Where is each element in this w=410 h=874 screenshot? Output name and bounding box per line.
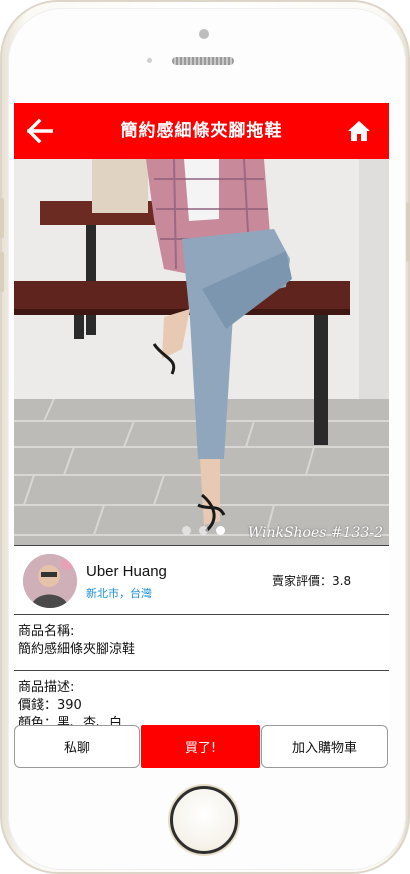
phone-home-button[interactable] <box>170 786 238 854</box>
chat-button[interactable]: 私聊 <box>14 725 140 768</box>
home-icon <box>348 121 370 141</box>
avatar[interactable] <box>23 554 77 608</box>
product-image[interactable]: WinkShoes #133-2 <box>14 159 389 545</box>
seller-rating: 賣家評價：3.8 <box>272 574 352 588</box>
app-header: 簡約感細條夾腳拖鞋 <box>14 103 389 159</box>
image-watermark: WinkShoes #133-2 <box>247 525 383 541</box>
seller-name[interactable]: Uber Huang <box>86 563 167 580</box>
carousel-dot[interactable] <box>199 526 208 535</box>
power-button <box>406 202 410 262</box>
page-title: 簡約感細條夾腳拖鞋 <box>120 121 283 141</box>
carousel-dot[interactable] <box>182 526 191 535</box>
volume-up-button <box>0 198 4 238</box>
product-name-section: 商品名稱: 簡約感細條夾腳涼鞋 <box>14 615 389 671</box>
carousel-dot-active[interactable] <box>216 526 225 535</box>
seller-row[interactable]: Uber Huang 新北市，台灣 賣家評價：3.8 <box>14 545 389 615</box>
product-name-value: 簡約感細條夾腳涼鞋 <box>18 642 136 657</box>
proximity-sensor <box>147 58 152 63</box>
back-button[interactable] <box>24 115 56 147</box>
front-camera <box>199 29 209 39</box>
seller-location: 新北市，台灣 <box>86 587 152 600</box>
add-to-cart-button[interactable]: 加入購物車 <box>261 725 388 768</box>
product-photo-illustration <box>14 159 389 545</box>
arrow-left-icon <box>27 119 53 143</box>
carousel-indicator[interactable] <box>182 526 225 535</box>
seller-avatar-image <box>23 554 77 608</box>
product-name-label: 商品名稱: <box>18 624 75 639</box>
app-screen: 簡約感細條夾腳拖鞋 WinkShoes #133-2 Uber Huang 新北… <box>14 103 389 768</box>
earpiece-speaker <box>172 57 234 65</box>
buy-button[interactable]: 買了! <box>141 725 260 768</box>
home-nav-button[interactable] <box>345 117 373 145</box>
product-desc-line: 價錢：390 <box>18 698 82 713</box>
product-desc-label: 商品描述: <box>18 680 75 695</box>
action-bar: 私聊 買了! 加入購物車 <box>14 725 389 768</box>
volume-down-button <box>0 252 4 292</box>
